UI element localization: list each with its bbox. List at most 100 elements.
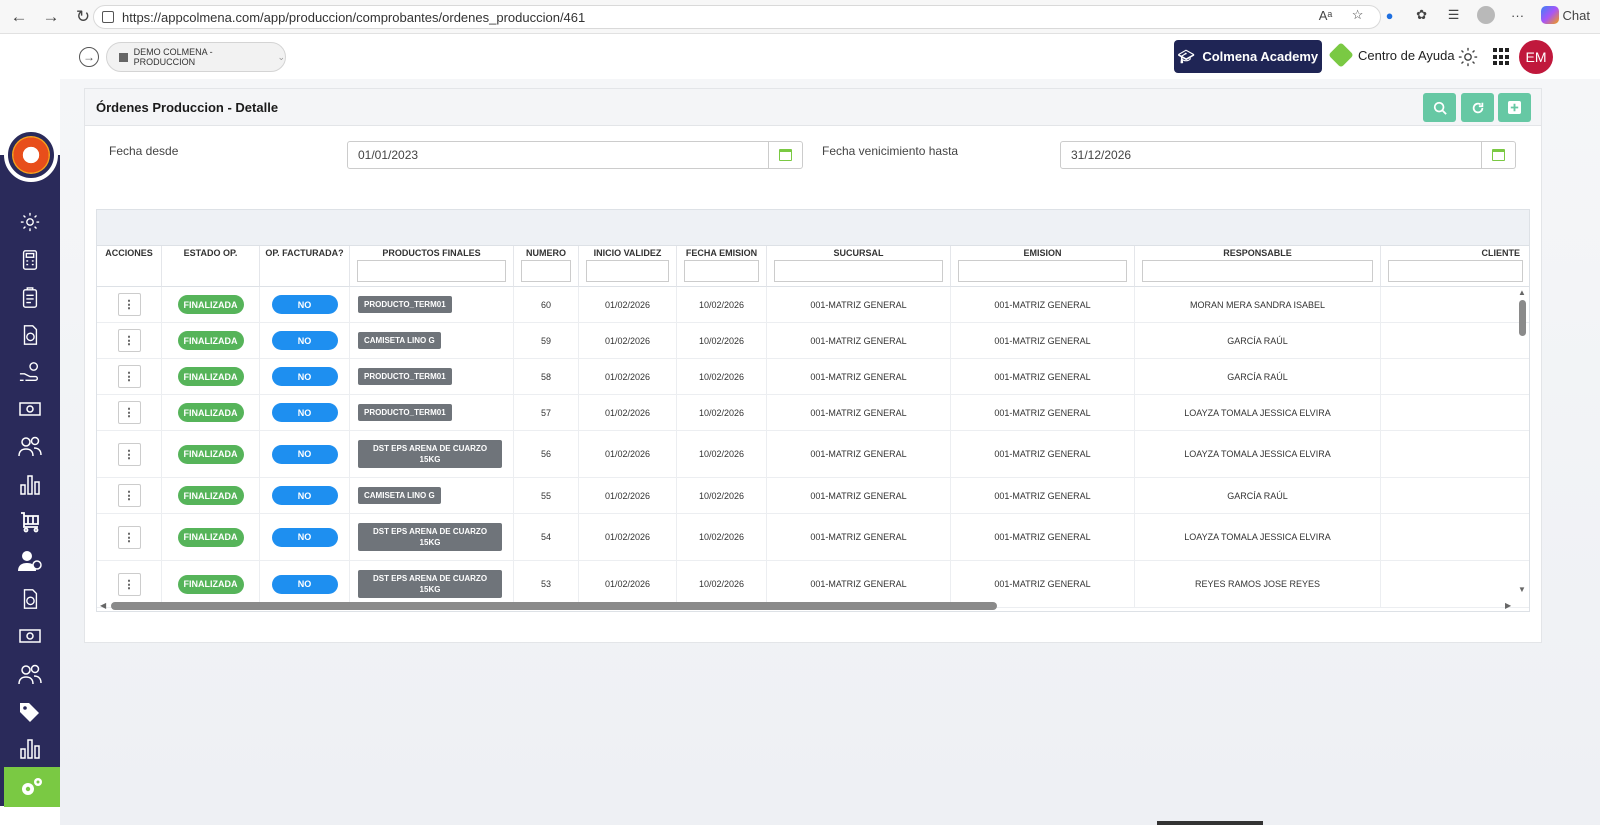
users-icon[interactable]	[15, 431, 45, 461]
invoice-dollar-icon[interactable]	[15, 320, 45, 350]
cell-sucursal: 001-MATRIZ GENERAL	[767, 359, 951, 394]
puzzle-icon[interactable]: ✿	[1413, 6, 1431, 24]
scroll-left-icon[interactable]: ◀	[100, 601, 106, 610]
cell-sucursal: 001-MATRIZ GENERAL	[767, 323, 951, 358]
table-row[interactable]: ⋮ FINALIZADA NO CAMISETA LINO G 55 01/02/2026…	[97, 478, 1529, 514]
cash-icon[interactable]	[15, 394, 45, 424]
table-row[interactable]: ⋮ FINALIZADA NO PRODUCTO_TERM01 57 01/02/2026…	[97, 395, 1529, 431]
table-row[interactable]: ⋮ FINALIZADA NO PRODUCTO_TERM01 58 01/02/2026…	[97, 359, 1529, 395]
column-header-sucursal[interactable]: SUCURSAL	[767, 246, 951, 287]
table-row[interactable]: ⋮ FINALIZADA NO DST EPS ARENA DE CUARZO 15K…	[97, 514, 1529, 561]
settings-gear-icon[interactable]	[1457, 46, 1479, 68]
row-actions-button[interactable]: ⋮	[117, 293, 141, 316]
cell-productos-finales: CAMISETA LINO G	[350, 478, 514, 513]
clipboard-icon[interactable]	[15, 283, 45, 313]
column-header-op-facturada[interactable]: OP. FACTURADA?	[260, 246, 350, 287]
column-header-cliente[interactable]: CLIENTE	[1381, 246, 1529, 287]
add-button[interactable]	[1498, 93, 1531, 122]
cell-op-facturada: NO	[260, 287, 350, 322]
hand-coins-icon[interactable]	[15, 357, 45, 387]
row-actions-button[interactable]: ⋮	[117, 329, 141, 352]
column-header-acciones[interactable]: ACCIONES	[97, 246, 162, 287]
read-aloud-icon[interactable]: Aᵃ	[1317, 6, 1335, 24]
row-actions-button[interactable]: ⋮	[117, 525, 141, 549]
apps-grid-icon[interactable]	[1493, 48, 1511, 66]
academy-button[interactable]: 🎓︎ Colmena Academy	[1174, 40, 1322, 73]
back-arrow-icon[interactable]: ←	[6, 4, 32, 30]
column-header-numero[interactable]: NUMERO	[514, 246, 579, 287]
cash-icon[interactable]	[15, 621, 45, 651]
production-gears-icon[interactable]	[4, 767, 60, 807]
more-menu-icon[interactable]: ···	[1509, 6, 1527, 24]
column-header-inicio-validez[interactable]: INICIO VALIDEZ	[579, 246, 677, 287]
company-name: DEMO COLMENA - PRODUCCION	[133, 47, 213, 67]
status-badge: FINALIZADA	[177, 403, 244, 422]
settings-gear-icon[interactable]	[15, 207, 45, 237]
column-filter-input[interactable]	[357, 260, 506, 282]
profile-avatar-icon[interactable]	[1476, 6, 1495, 24]
company-selector[interactable]: DEMO COLMENA - PRODUCCION ⌄	[106, 42, 286, 72]
page-info-icon[interactable]	[102, 11, 114, 23]
row-actions-button[interactable]: ⋮	[117, 442, 141, 466]
help-center-link[interactable]: Centro de Ayuda	[1328, 42, 1455, 68]
forward-arrow-icon[interactable]: →	[38, 4, 64, 30]
cell-text: 001-MATRIZ GENERAL	[810, 299, 907, 310]
table-row[interactable]: ⋮ FINALIZADA NO DST EPS ARENA DE CUARZO 15K…	[97, 431, 1529, 478]
product-tag: PRODUCTO_TERM01	[358, 368, 452, 385]
users-icon[interactable]	[15, 659, 45, 689]
column-header-responsable[interactable]: RESPONSABLE	[1135, 246, 1381, 287]
bar-chart-icon[interactable]	[15, 733, 45, 763]
calendar-button[interactable]	[1481, 142, 1515, 168]
row-actions-button[interactable]: ⋮	[117, 484, 141, 507]
vertical-scroll-thumb[interactable]	[1519, 300, 1526, 336]
column-filter-input[interactable]	[521, 260, 571, 282]
search-button[interactable]	[1423, 93, 1456, 122]
vertical-scrollbar[interactable]: ▲ ▼	[1517, 288, 1527, 594]
cell-acciones: ⋮	[97, 431, 162, 477]
to-date-input[interactable]: 31/12/2026	[1060, 141, 1516, 169]
column-filter-input[interactable]	[774, 260, 943, 282]
column-filter-input[interactable]	[1142, 260, 1373, 282]
favorites-list-icon[interactable]: ☰	[1445, 6, 1463, 24]
favorite-star-icon[interactable]: ☆	[1349, 6, 1367, 24]
product-tag: CAMISETA LINO G	[358, 332, 441, 349]
cart-icon[interactable]	[15, 507, 45, 537]
table-row[interactable]: ⋮ FINALIZADA NO CAMISETA LINO G 59 01/02/2026…	[97, 323, 1529, 359]
column-filter-input[interactable]	[684, 260, 759, 282]
extension-icon[interactable]: ●	[1381, 6, 1399, 24]
row-actions-button[interactable]: ⋮	[117, 365, 141, 388]
cell-acciones: ⋮	[97, 514, 162, 560]
column-header-fecha-emision[interactable]: FECHA EMISION	[677, 246, 767, 287]
column-header-productos-finales[interactable]: PRODUCTOS FINALES	[350, 246, 514, 287]
company-logo[interactable]	[4, 128, 58, 182]
table-row[interactable]: ⋮ FINALIZADA NO PRODUCTO_TERM01 60 01/02/2026…	[97, 287, 1529, 323]
refresh-button[interactable]	[1461, 93, 1494, 122]
cell-estado-op: FINALIZADA	[162, 395, 260, 430]
calendar-button[interactable]	[768, 142, 802, 168]
column-filter-input[interactable]	[958, 260, 1127, 282]
chat-button[interactable]: Chat	[1540, 6, 1590, 24]
cell-text: 59	[540, 335, 551, 346]
user-avatar[interactable]: EM	[1519, 40, 1553, 74]
scroll-down-icon[interactable]: ▼	[1518, 585, 1526, 594]
calculator-icon[interactable]	[15, 245, 45, 275]
scroll-up-icon[interactable]: ▲	[1518, 288, 1526, 297]
invoice-dollar-icon[interactable]	[15, 584, 45, 614]
user-admin-icon[interactable]	[15, 546, 45, 576]
horizontal-scroll-thumb[interactable]	[111, 602, 997, 610]
scroll-right-icon[interactable]: ▶	[1505, 601, 1511, 610]
column-filter-input[interactable]	[586, 260, 669, 282]
column-header-label: ACCIONES	[105, 248, 153, 258]
row-actions-button[interactable]: ⋮	[117, 572, 141, 596]
column-header-emision[interactable]: EMISION	[951, 246, 1135, 287]
row-actions-button[interactable]: ⋮	[117, 401, 141, 424]
address-bar[interactable]: https://appcolmena.com/app/produccion/co…	[93, 5, 1381, 29]
bar-chart-icon[interactable]	[15, 469, 45, 499]
horizontal-scrollbar[interactable]: ◀ ▶	[97, 600, 1517, 612]
column-header-estado-op[interactable]: ESTADO OP.	[162, 246, 260, 287]
column-filter-input[interactable]	[1388, 260, 1523, 282]
collapse-arrow-icon[interactable]: →	[79, 47, 99, 67]
from-date-input[interactable]: 01/01/2023	[347, 141, 803, 169]
tags-icon[interactable]	[15, 697, 45, 727]
cell-text: 01/02/2026	[604, 490, 651, 501]
